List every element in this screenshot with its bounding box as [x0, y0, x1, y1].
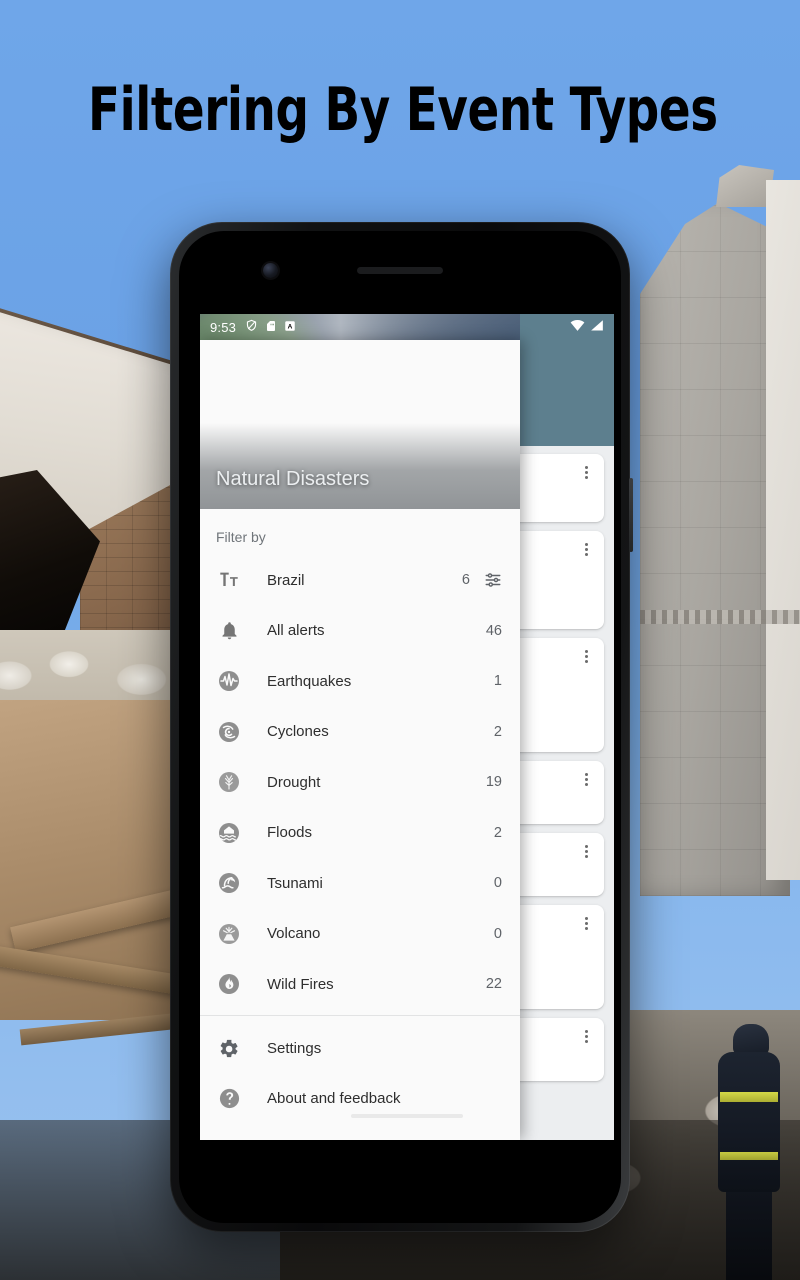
overflow-menu-icon[interactable]: [577, 540, 595, 558]
overflow-menu-icon[interactable]: [577, 914, 595, 932]
filter-by-label: Filter by: [216, 529, 266, 545]
drawer-item-count: 22: [485, 976, 502, 993]
tune-filter-icon[interactable]: [484, 571, 502, 589]
flood-icon: [216, 820, 242, 846]
drawer-footer: Settings About and feedback: [200, 1016, 520, 1124]
earpiece-speaker: [357, 267, 443, 274]
firefighter-figure: [718, 1052, 780, 1192]
accessibility-icon: A: [284, 320, 296, 335]
firefighter-reflective-stripe: [720, 1152, 778, 1160]
cellular-signal-icon: [590, 319, 604, 335]
drawer-item-brazil[interactable]: Brazil 6: [200, 555, 520, 606]
svg-text:A: A: [288, 323, 293, 330]
power-button[interactable]: [629, 478, 633, 552]
wifi-icon: [570, 319, 585, 335]
front-camera: [263, 263, 278, 278]
drawer-item-label: Earthquakes: [267, 672, 352, 690]
drawer-item-label: Floods: [267, 824, 313, 842]
drawer-item-count: 6: [461, 572, 470, 589]
overflow-menu-icon[interactable]: [577, 1027, 595, 1045]
status-bar-right-icons: [570, 319, 604, 335]
drawer-item-count: 2: [493, 723, 502, 740]
drawer-item-drought[interactable]: Drought 19: [200, 757, 520, 808]
sd-card-icon: [265, 320, 277, 335]
drawer-item-label: Wild Fires: [267, 975, 334, 993]
status-bar-left-icons: A: [245, 319, 296, 335]
volcano-icon: [216, 921, 242, 947]
drawer-item-label: Cyclones: [267, 723, 329, 741]
drawer-item-count: 46: [485, 622, 502, 639]
drawer-item-all-alerts[interactable]: All alerts 46: [200, 606, 520, 657]
text-format-icon: [216, 567, 242, 593]
drawer-header: Natural Disasters: [200, 340, 520, 509]
bell-icon: [216, 618, 242, 644]
drawer-item-label: Volcano: [267, 925, 321, 943]
drawer-item-count: 1: [493, 673, 502, 690]
overflow-menu-icon[interactable]: [577, 842, 595, 860]
drawer-item-count: 19: [485, 774, 502, 791]
drawer-item-label: Drought: [267, 773, 321, 791]
drawer-item-count: 2: [493, 824, 502, 841]
tsunami-icon: [216, 870, 242, 896]
drawer-item-settings[interactable]: Settings: [200, 1024, 520, 1074]
drawer-item-cyclones[interactable]: Cyclones 2: [200, 707, 520, 758]
phone-bezel: o 5.7M, 024 08:46 IGAL-24. 20 km/h) mill…: [179, 231, 621, 1223]
wildfire-icon: [216, 971, 242, 997]
drawer-item-label: Settings: [267, 1040, 322, 1057]
adjacent-white-wall: [766, 180, 800, 880]
poster-headline: Filtering By Event Types: [88, 75, 718, 145]
firefighter-legs: [726, 1190, 772, 1280]
phone-mockup: o 5.7M, 024 08:46 IGAL-24. 20 km/h) mill…: [170, 222, 633, 1232]
overflow-menu-icon[interactable]: [577, 647, 595, 665]
drawer-item-label: About and feedback: [267, 1090, 401, 1107]
drawer-item-label: Tsunami: [267, 874, 323, 892]
drought-icon: [216, 769, 242, 795]
help-circle-icon: [216, 1086, 242, 1112]
building-cornice-band: [640, 610, 800, 624]
cyclone-icon: [216, 719, 242, 745]
drawer-item-tsunami[interactable]: Tsunami 0: [200, 858, 520, 909]
status-bar-clock: 9:53: [210, 319, 237, 335]
filter-list: Brazil 6 All alerts 46 Earthquakes 1 Cyc…: [200, 555, 520, 1010]
drawer-item-label: Brazil: [267, 571, 305, 589]
drawer-item-wild-fires[interactable]: Wild Fires 22: [200, 959, 520, 1010]
drawer-app-title: Natural Disasters: [216, 468, 370, 490]
drawer-item-volcano[interactable]: Volcano 0: [200, 909, 520, 960]
phone-screen: o 5.7M, 024 08:46 IGAL-24. 20 km/h) mill…: [200, 314, 614, 1140]
drawer-item-count: 0: [493, 925, 502, 942]
shield-vpn-icon: [245, 319, 258, 335]
drawer-item-earthquakes[interactable]: Earthquakes 1: [200, 656, 520, 707]
firefighter-reflective-stripe: [720, 1092, 778, 1102]
gear-icon: [216, 1036, 242, 1062]
navigation-drawer: Natural Disasters Filter by Brazil 6 All…: [200, 340, 520, 1140]
overflow-menu-icon[interactable]: [577, 770, 595, 788]
drawer-item-floods[interactable]: Floods 2: [200, 808, 520, 859]
overflow-menu-icon[interactable]: [577, 463, 595, 481]
earthquake-icon: [216, 668, 242, 694]
drawer-item-count: 0: [493, 875, 502, 892]
home-gesture-bar[interactable]: [351, 1114, 463, 1118]
drawer-item-label: All alerts: [267, 622, 325, 640]
status-bar: 9:53 A: [200, 314, 614, 340]
